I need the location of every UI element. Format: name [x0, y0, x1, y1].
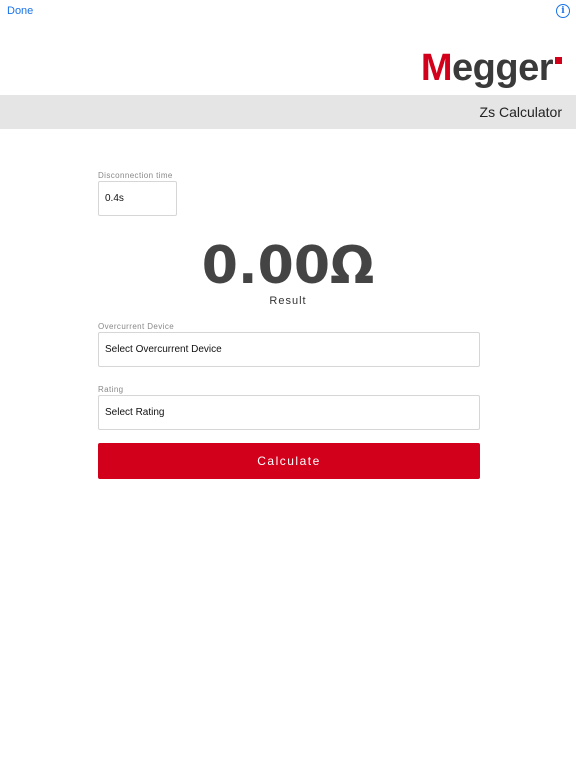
calculate-button[interactable]: Calculate [98, 443, 480, 479]
overcurrent-device-value: Select Overcurrent Device [105, 344, 222, 355]
disconnection-time-label: Disconnection time [98, 171, 173, 180]
rating-label: Rating [98, 385, 124, 394]
rating-value: Select Rating [105, 407, 165, 418]
title-bar: Zs Calculator [0, 95, 576, 129]
disconnection-time-field[interactable]: 0.4s [98, 181, 177, 216]
info-icon[interactable]: i [556, 4, 570, 18]
disconnection-time-value: 0.4s [105, 193, 124, 204]
logo-rest: egger [452, 47, 553, 89]
result-value: 0.00Ω [201, 236, 375, 296]
page-title: Zs Calculator [479, 104, 562, 120]
result-label: Result [269, 295, 307, 307]
megger-logo: Megger [421, 49, 562, 87]
logo-first-letter: M [420, 47, 453, 89]
logo-registered-mark [555, 57, 562, 64]
overcurrent-device-label: Overcurrent Device [98, 322, 175, 331]
logo-wordmark: Megger [420, 47, 554, 89]
overcurrent-device-select[interactable]: Select Overcurrent Device [98, 332, 480, 367]
rating-select[interactable]: Select Rating [98, 395, 480, 430]
done-button[interactable]: Done [7, 5, 33, 17]
